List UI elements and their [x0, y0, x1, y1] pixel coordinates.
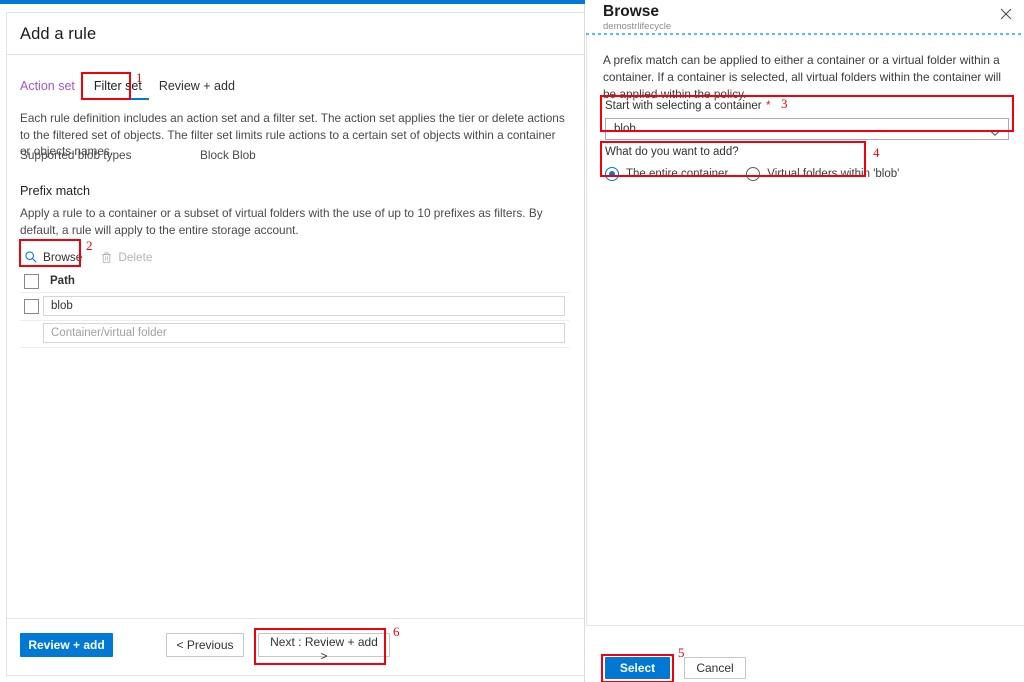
table-row [20, 294, 569, 321]
review-add-button[interactable]: Review + add [20, 633, 113, 657]
delete-button[interactable]: Delete [96, 247, 156, 267]
browse-panel-title: Browse [603, 3, 659, 20]
prefix-match-heading: Prefix match [20, 184, 90, 198]
prefix-path-input-1[interactable] [43, 296, 565, 316]
radio-virtual-folders-label: Virtual folders within 'blob' [767, 168, 900, 180]
chevron-down-icon [989, 124, 1001, 142]
blade-accent-bar [0, 0, 585, 4]
container-select-group: Start with selecting a container * blob [605, 96, 1015, 140]
row-checkbox[interactable] [24, 299, 39, 314]
trash-icon [100, 251, 113, 264]
radio-entire-container[interactable] [605, 167, 619, 181]
radio-entire-container-label: The entire container [626, 168, 729, 180]
add-target-options: The entire container Virtual folders wit… [605, 167, 899, 181]
container-select-dropdown[interactable]: blob [605, 118, 1009, 140]
azure-portal-screen: Add a rule Action set Filter set Review … [0, 0, 1024, 682]
previous-button[interactable]: < Previous [166, 633, 244, 657]
supported-blob-types-value: Block Blob [200, 148, 256, 162]
container-select-value: blob [614, 123, 636, 135]
column-header-path: Path [50, 275, 75, 287]
blade-footer: Review + add < Previous Next : Review + … [7, 618, 584, 670]
wizard-tabs: Action set Filter set Review + add [20, 79, 243, 100]
radio-virtual-folders[interactable] [746, 167, 761, 181]
browse-button[interactable]: Browse [20, 247, 86, 267]
tab-review-add[interactable]: Review + add [149, 79, 243, 98]
table-row [20, 321, 569, 348]
page-title: Add a rule [20, 25, 97, 43]
container-select-label: Start with selecting a container [605, 100, 762, 112]
select-all-checkbox[interactable] [24, 274, 39, 289]
add-target-label: What do you want to add? [605, 146, 739, 158]
tab-action-set[interactable]: Action set [20, 79, 85, 98]
delete-button-label: Delete [118, 250, 153, 264]
browse-button-label: Browse [43, 250, 83, 264]
add-a-rule-blade: Add a rule Action set Filter set Review … [0, 0, 585, 682]
prefix-path-input-2[interactable] [43, 323, 565, 343]
add-target-radio-group: What do you want to add? The entire cont… [605, 142, 899, 181]
next-review-add-button[interactable]: Next : Review + add > [258, 633, 390, 663]
required-marker: * [766, 100, 771, 112]
header-dotted-divider [586, 33, 1024, 35]
supported-blob-types-label: Supported blob types [20, 148, 132, 162]
close-icon[interactable] [996, 4, 1016, 24]
prefix-command-bar: Browse Delete [20, 244, 156, 270]
panel-left-border [586, 35, 587, 625]
tab-filter-set[interactable]: Filter set [86, 79, 149, 100]
prefix-table-header: Path [20, 272, 569, 293]
footer-divider [586, 625, 1024, 626]
browse-panel-header: Browse demostrlifecycle [586, 0, 1024, 34]
select-button[interactable]: Select [605, 657, 670, 679]
cancel-button[interactable]: Cancel [684, 657, 746, 679]
browse-panel-subtitle: demostrlifecycle [603, 21, 672, 32]
prefix-match-description: Apply a rule to a container or a subset … [20, 206, 543, 237]
search-icon [24, 250, 38, 264]
